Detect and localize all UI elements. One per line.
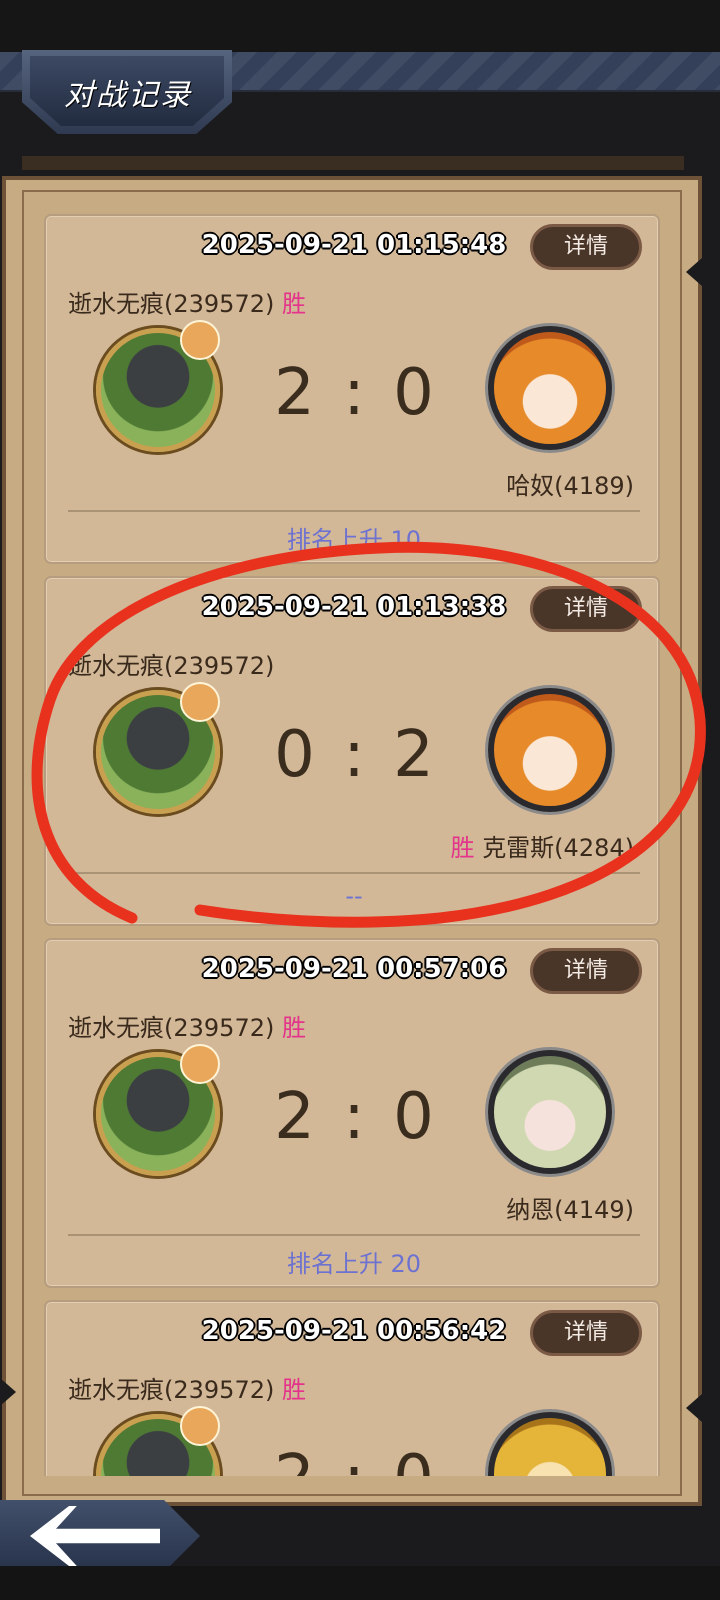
detail-button[interactable]: 详情 <box>530 224 642 270</box>
rank-change: -- <box>345 882 363 910</box>
bottom-strip <box>0 1566 720 1600</box>
player-name: 逝水无痕(239572) 胜 <box>68 1370 306 1405</box>
opponent-avatar[interactable] <box>488 688 612 812</box>
win-badge: 胜 <box>281 290 306 318</box>
shiba-dog-badge-icon <box>180 1406 220 1446</box>
opponent-name-text: 纳恩(4149) <box>506 1196 634 1224</box>
shiba-dog-badge-icon <box>180 682 220 722</box>
left-notch <box>0 1378 16 1406</box>
player-name: 逝水无痕(239572) <box>68 646 274 681</box>
match-score: 0 : 2 <box>274 718 438 792</box>
win-badge: 胜 <box>281 1376 306 1404</box>
detail-button[interactable]: 详情 <box>530 1310 642 1356</box>
detail-button[interactable]: 详情 <box>530 586 642 632</box>
detail-button[interactable]: 详情 <box>530 948 642 994</box>
battle-record-list[interactable]: 2025-09-21 01:15:48 详情 逝水无痕(239572) 胜 2 … <box>44 214 662 1476</box>
divider <box>68 872 640 874</box>
opponent-avatar[interactable] <box>488 1050 612 1174</box>
divider <box>68 510 640 512</box>
rank-change: 排名上升 10 <box>286 526 422 554</box>
win-badge: 胜 <box>450 834 475 862</box>
battle-record-card: 2025-09-21 01:13:38 详情 逝水无痕(239572) 0 : … <box>44 576 660 926</box>
battle-record-card: 2025-09-21 00:57:06 详情 逝水无痕(239572) 胜 2 … <box>44 938 660 1288</box>
opponent-name: 纳恩(4149) <box>506 1190 634 1225</box>
status-bar <box>0 0 720 52</box>
battle-record-card: 2025-09-21 01:15:48 详情 逝水无痕(239572) 胜 2 … <box>44 214 660 564</box>
shiba-dog-badge-icon <box>180 1044 220 1084</box>
right-notch-lower <box>686 1394 702 1422</box>
player-name-text: 逝水无痕(239572) <box>68 652 275 680</box>
match-score: 2 : 0 <box>246 1442 466 1476</box>
right-notch <box>686 258 702 286</box>
player-name: 逝水无痕(239572) 胜 <box>68 1008 306 1043</box>
player-name-text: 逝水无痕(239572) <box>68 290 275 318</box>
player-name-text: 逝水无痕(239572) <box>68 1014 275 1042</box>
top-rail <box>22 156 684 170</box>
shiba-dog-badge-icon <box>180 320 220 360</box>
player-name: 逝水无痕(239572) 胜 <box>68 284 306 319</box>
match-score: 2 : 0 <box>274 356 438 430</box>
win-badge: 胜 <box>281 1014 306 1042</box>
divider <box>68 1234 640 1236</box>
player-name-text: 逝水无痕(239572) <box>68 1376 275 1404</box>
page-title: 对战记录 <box>64 78 192 113</box>
opponent-name: 胜 克雷斯(4284) <box>451 828 634 863</box>
opponent-name-text: 克雷斯(4284) <box>482 834 634 862</box>
rank-change: 排名上升 20 <box>286 1250 422 1278</box>
battle-record-card: 2025-09-21 00:56:42 详情 逝水无痕(239572) 胜 2 … <box>44 1300 660 1476</box>
opponent-avatar[interactable] <box>488 1412 612 1476</box>
opponent-avatar[interactable] <box>488 326 612 450</box>
opponent-name: 哈奴(4189) <box>506 466 634 501</box>
opponent-name-text: 哈奴(4189) <box>506 472 634 500</box>
match-score: 2 : 0 <box>274 1080 438 1154</box>
